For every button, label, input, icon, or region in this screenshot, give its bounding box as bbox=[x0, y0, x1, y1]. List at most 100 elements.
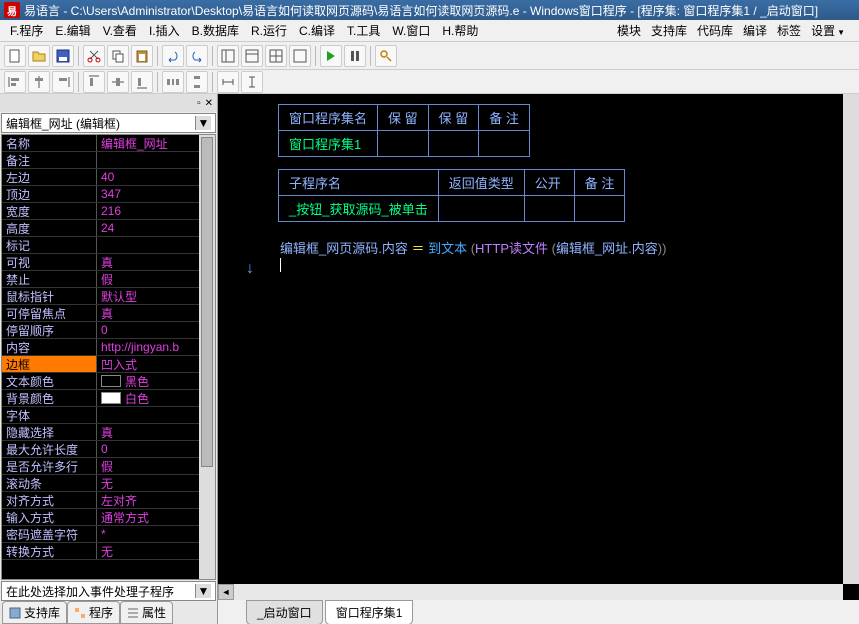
menu-database[interactable]: B.数据库 bbox=[186, 20, 245, 41]
component-selector[interactable]: 编辑框_网址 (编辑框) ▼ bbox=[1, 113, 216, 133]
property-value[interactable]: 0 bbox=[97, 441, 215, 457]
property-row[interactable]: 最大允许长度0 bbox=[2, 441, 215, 458]
tab-support-lib[interactable]: 支持库 bbox=[2, 601, 67, 624]
code-vertical-scrollbar[interactable] bbox=[843, 94, 859, 584]
property-scrollbar[interactable] bbox=[199, 135, 215, 579]
menu-program[interactable]: F.程序 bbox=[4, 20, 49, 41]
layout-icon-3[interactable] bbox=[265, 45, 287, 67]
dropdown-arrow-icon[interactable]: ▼ bbox=[195, 584, 211, 598]
same-width-icon[interactable] bbox=[217, 71, 239, 93]
find-icon[interactable] bbox=[375, 45, 397, 67]
property-row[interactable]: 滚动条无 bbox=[2, 475, 215, 492]
undo-icon[interactable] bbox=[162, 45, 184, 67]
property-row[interactable]: 内容http://jingyan.b bbox=[2, 339, 215, 356]
property-row[interactable]: 可视真 bbox=[2, 254, 215, 271]
property-row[interactable]: 顶边347 bbox=[2, 186, 215, 203]
open-file-icon[interactable] bbox=[28, 45, 50, 67]
dropdown-arrow-icon[interactable]: ▼ bbox=[195, 116, 211, 130]
event-handler-selector[interactable]: 在此处选择加入事件处理子程序 ▼ bbox=[1, 581, 216, 601]
code-horizontal-scrollbar[interactable]: ◄ bbox=[218, 584, 843, 600]
save-icon[interactable] bbox=[52, 45, 74, 67]
run-icon[interactable] bbox=[320, 45, 342, 67]
property-row[interactable]: 停留顺序0 bbox=[2, 322, 215, 339]
property-value[interactable]: * bbox=[97, 526, 215, 542]
distribute-h-icon[interactable] bbox=[162, 71, 184, 93]
tab-window-set[interactable]: 窗口程序集1 bbox=[325, 600, 414, 624]
new-file-icon[interactable] bbox=[4, 45, 26, 67]
property-row[interactable]: 禁止假 bbox=[2, 271, 215, 288]
nav-module[interactable]: 模块 bbox=[617, 22, 641, 39]
property-value[interactable]: 真 bbox=[97, 305, 215, 321]
same-height-icon[interactable] bbox=[241, 71, 263, 93]
property-row[interactable]: 隐藏选择真 bbox=[2, 424, 215, 441]
property-value[interactable]: 0 bbox=[97, 322, 215, 338]
property-value[interactable]: 通常方式 bbox=[97, 509, 215, 525]
nav-code-lib[interactable]: 代码库 bbox=[697, 22, 733, 39]
nav-compile[interactable]: 编译 bbox=[743, 22, 767, 39]
property-row[interactable]: 字体 bbox=[2, 407, 215, 424]
menu-compile[interactable]: C.编译 bbox=[293, 20, 341, 41]
align-left-icon[interactable] bbox=[4, 71, 26, 93]
nav-support-lib[interactable]: 支持库 bbox=[651, 22, 687, 39]
property-value[interactable]: 无 bbox=[97, 543, 215, 559]
layout-icon-1[interactable] bbox=[217, 45, 239, 67]
property-row[interactable]: 备注 bbox=[2, 152, 215, 169]
property-value[interactable]: 真 bbox=[97, 424, 215, 440]
menu-insert[interactable]: I.插入 bbox=[143, 20, 186, 41]
tab-start-window[interactable]: _启动窗口 bbox=[246, 600, 323, 624]
align-top-icon[interactable] bbox=[83, 71, 105, 93]
property-row[interactable]: 宽度216 bbox=[2, 203, 215, 220]
align-middle-v-icon[interactable] bbox=[107, 71, 129, 93]
redo-icon[interactable] bbox=[186, 45, 208, 67]
property-row[interactable]: 左边40 bbox=[2, 169, 215, 186]
property-value[interactable]: 216 bbox=[97, 203, 215, 219]
panel-close-icon[interactable]: ✕ bbox=[205, 98, 213, 109]
property-row[interactable]: 名称编辑框_网址 bbox=[2, 135, 215, 152]
property-value[interactable]: 黑色 bbox=[97, 373, 215, 389]
align-center-h-icon[interactable] bbox=[28, 71, 50, 93]
property-value[interactable]: 347 bbox=[97, 186, 215, 202]
tab-properties[interactable]: 属性 bbox=[120, 601, 173, 624]
code-line[interactable]: 编辑框_网页源码.内容 ＝ 到文本 (HTTP读文件 (编辑框_网址.内容)) bbox=[278, 234, 859, 257]
property-row[interactable]: 对齐方式左对齐 bbox=[2, 492, 215, 509]
menu-view[interactable]: V.查看 bbox=[97, 20, 143, 41]
nav-tags[interactable]: 标签 bbox=[777, 22, 801, 39]
property-value[interactable]: 默认型 bbox=[97, 288, 215, 304]
property-row[interactable]: 密码遮盖字符* bbox=[2, 526, 215, 543]
property-value[interactable]: 左对齐 bbox=[97, 492, 215, 508]
property-value[interactable] bbox=[97, 152, 215, 168]
module-name-cell[interactable]: 窗口程序集1 bbox=[279, 131, 378, 157]
property-value[interactable]: 白色 bbox=[97, 390, 215, 406]
scroll-left-icon[interactable]: ◄ bbox=[218, 584, 234, 600]
property-value[interactable]: 真 bbox=[97, 254, 215, 270]
pause-icon[interactable] bbox=[344, 45, 366, 67]
distribute-v-icon[interactable] bbox=[186, 71, 208, 93]
align-bottom-icon[interactable] bbox=[131, 71, 153, 93]
property-row[interactable]: 背景颜色白色 bbox=[2, 390, 215, 407]
layout-icon-4[interactable] bbox=[289, 45, 311, 67]
property-row[interactable]: 高度24 bbox=[2, 220, 215, 237]
property-value[interactable]: 编辑框_网址 bbox=[97, 135, 215, 151]
property-value[interactable] bbox=[97, 407, 215, 423]
menu-window[interactable]: W.窗口 bbox=[386, 20, 436, 41]
align-right-icon[interactable] bbox=[52, 71, 74, 93]
menu-help[interactable]: H.帮助 bbox=[436, 20, 484, 41]
property-row[interactable]: 可停留焦点真 bbox=[2, 305, 215, 322]
panel-pin-icon[interactable]: ▫ bbox=[197, 98, 201, 109]
property-row[interactable]: 输入方式通常方式 bbox=[2, 509, 215, 526]
property-value[interactable]: 40 bbox=[97, 169, 215, 185]
menu-tools[interactable]: T.工具 bbox=[341, 20, 386, 41]
nav-settings[interactable]: 设置▼ bbox=[811, 22, 845, 39]
layout-icon-2[interactable] bbox=[241, 45, 263, 67]
property-value[interactable]: http://jingyan.b bbox=[97, 339, 215, 355]
property-value[interactable] bbox=[97, 237, 215, 253]
code-editor[interactable]: 窗口程序集名 保 留 保 留 备 注 窗口程序集1 子程序名 返回值类型 公开 … bbox=[218, 94, 859, 624]
sub-name-cell[interactable]: _按钮_获取源码_被单击 bbox=[279, 196, 439, 222]
property-value[interactable]: 假 bbox=[97, 458, 215, 474]
menu-run[interactable]: R.运行 bbox=[245, 20, 293, 41]
copy-icon[interactable] bbox=[107, 45, 129, 67]
paste-icon[interactable] bbox=[131, 45, 153, 67]
property-row[interactable]: 鼠标指针默认型 bbox=[2, 288, 215, 305]
property-row[interactable]: 标记 bbox=[2, 237, 215, 254]
property-value[interactable]: 无 bbox=[97, 475, 215, 491]
